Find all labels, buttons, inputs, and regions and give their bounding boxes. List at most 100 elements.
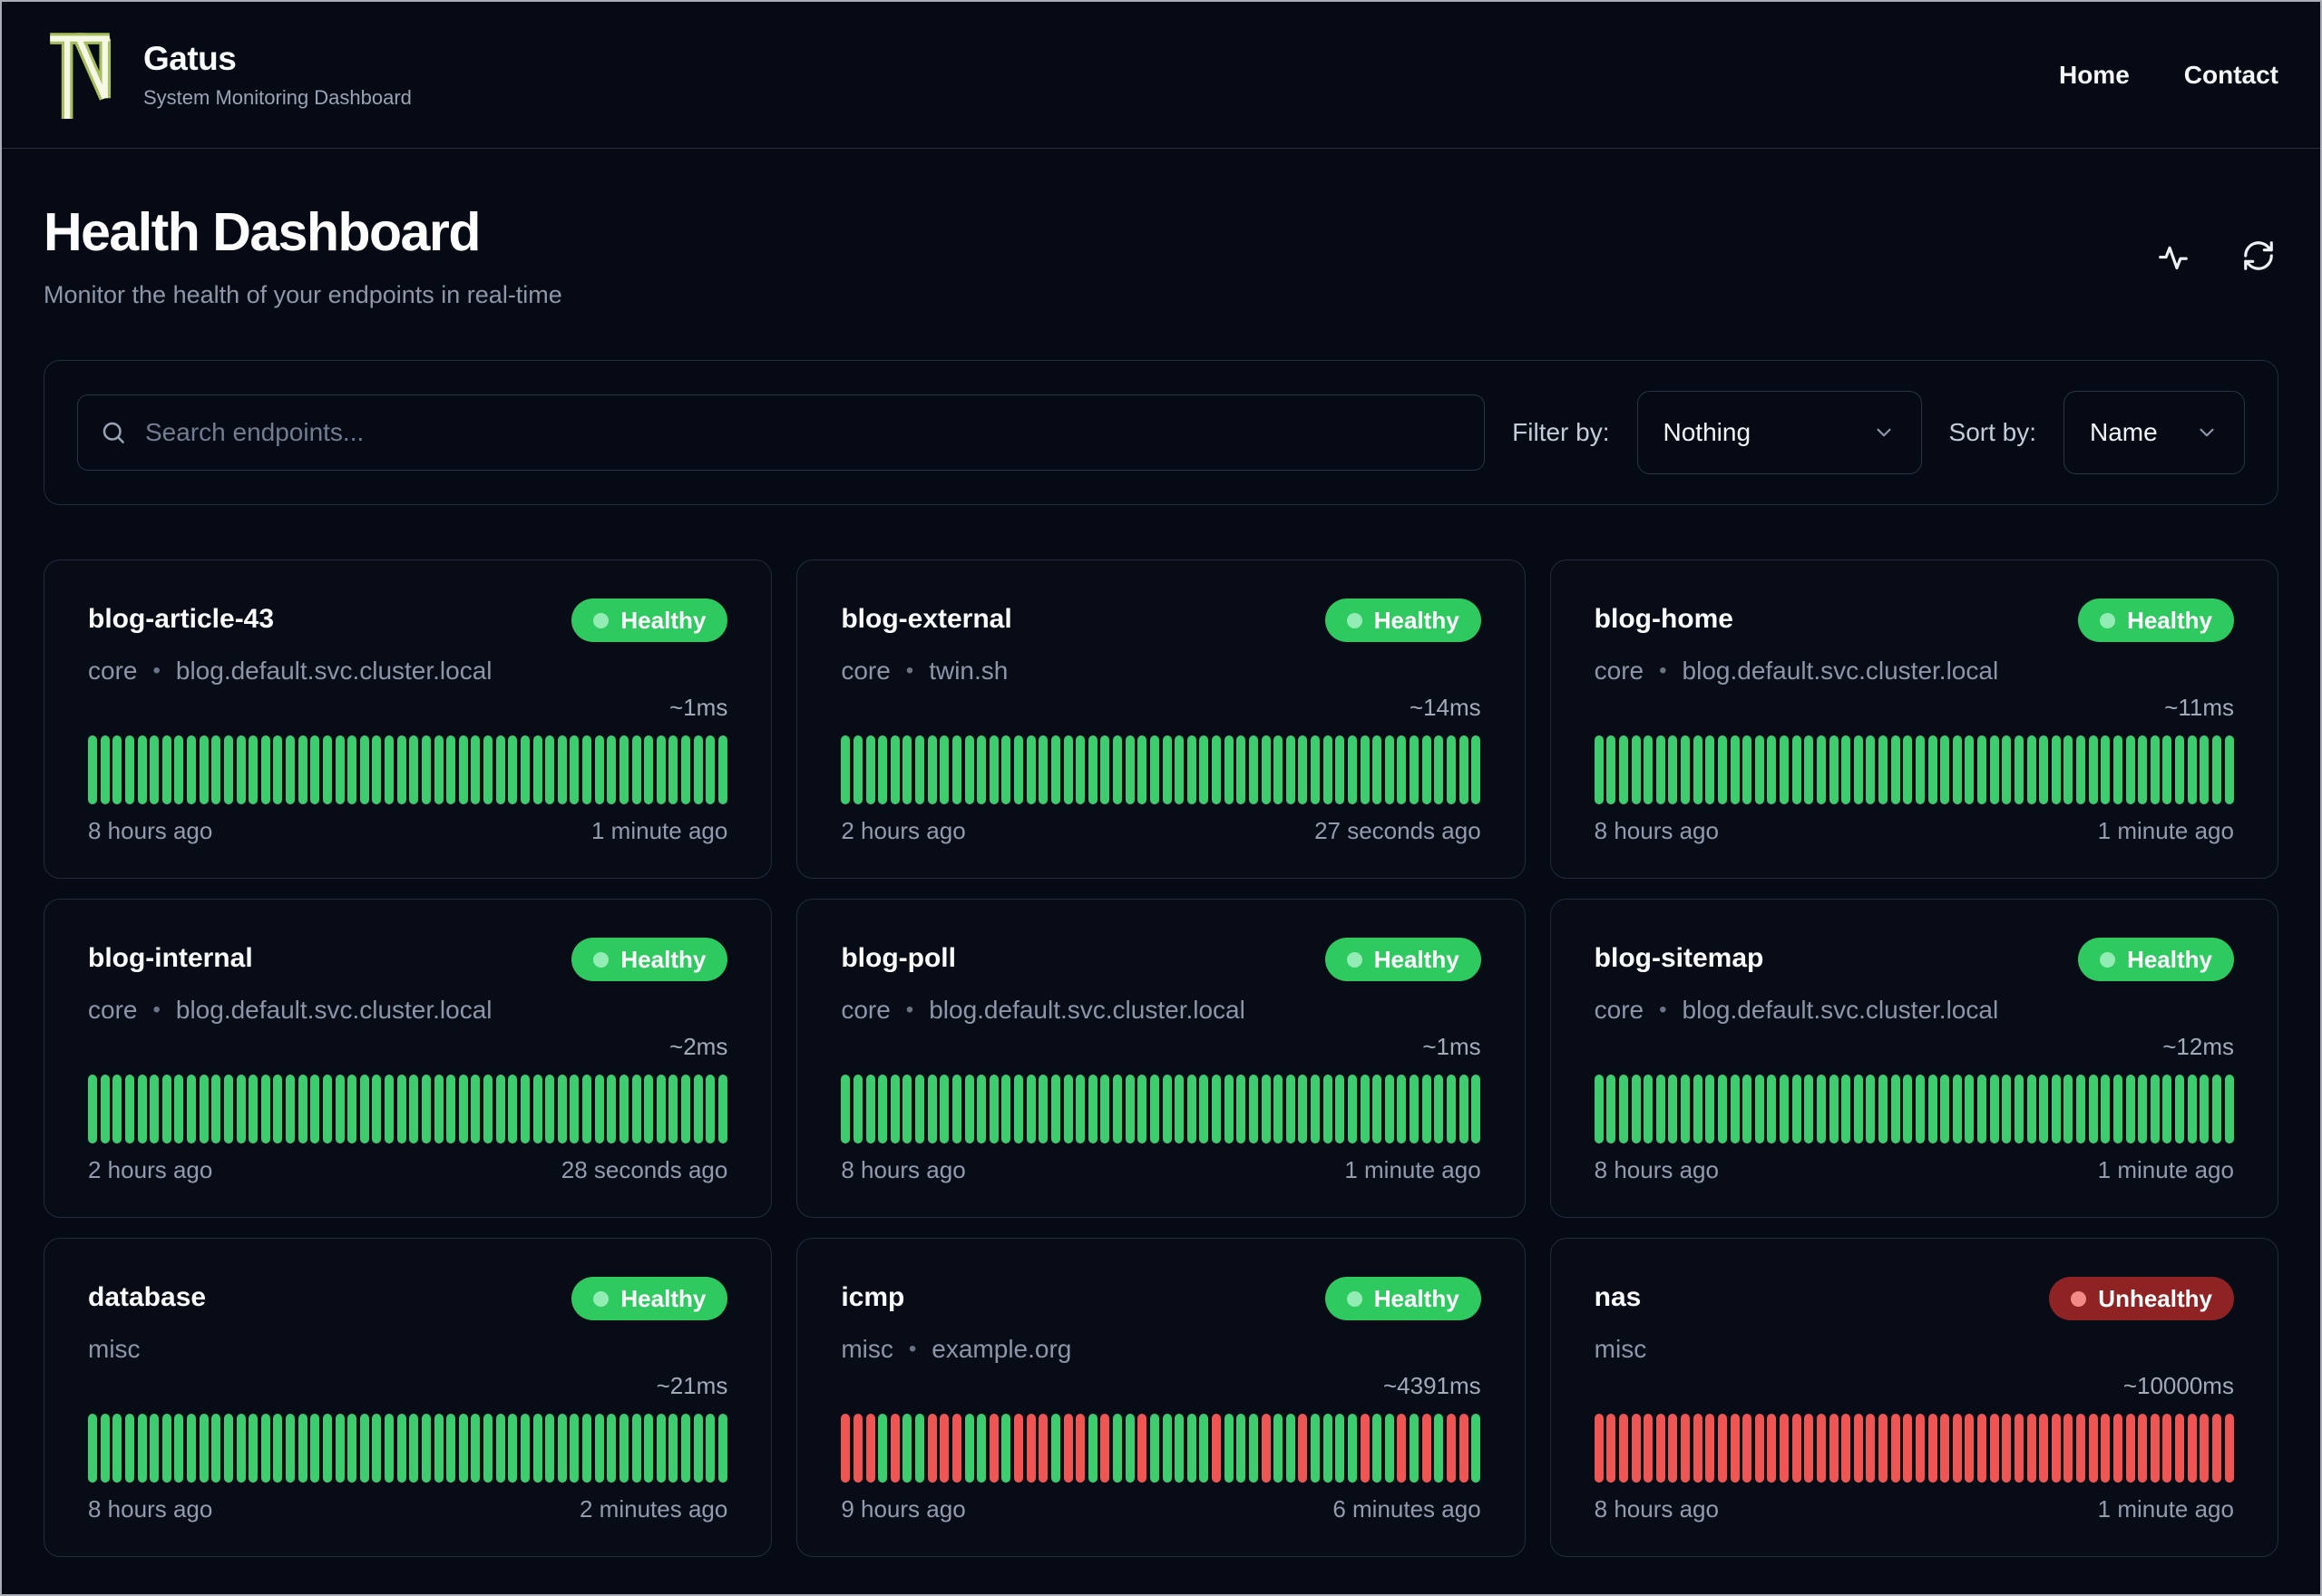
status-bar[interactable] [940,735,950,804]
status-bar[interactable] [1681,735,1691,804]
status-bar[interactable] [187,1414,196,1483]
status-bar[interactable] [396,1075,406,1143]
status-bar[interactable] [1816,1414,1826,1483]
status-bar[interactable] [1742,1075,1752,1143]
status-bar[interactable] [1644,1075,1654,1143]
status-bar[interactable] [1730,735,1740,804]
status-bar[interactable] [1410,735,1420,804]
status-bar[interactable] [1717,735,1727,804]
status-bar[interactable] [1952,1075,1962,1143]
status-bar[interactable] [1347,1414,1357,1483]
status-bar[interactable] [1742,735,1752,804]
status-bar[interactable] [137,1075,147,1143]
status-bar[interactable] [396,1414,406,1483]
status-bar[interactable] [286,735,295,804]
status-bar[interactable] [1965,1414,1975,1483]
status-bar[interactable] [310,1075,320,1143]
status-bar[interactable] [322,1414,332,1483]
status-bar[interactable] [1915,1075,1925,1143]
status-bar[interactable] [668,735,678,804]
status-bar[interactable] [273,1075,283,1143]
status-bar[interactable] [199,1075,209,1143]
status-bar[interactable] [471,1075,481,1143]
status-bar[interactable] [1113,1075,1123,1143]
status-bar[interactable] [1890,1414,1900,1483]
status-bar[interactable] [1940,1414,1950,1483]
status-bar[interactable] [150,1075,160,1143]
status-bar[interactable] [1767,1075,1777,1143]
status-bar[interactable] [2211,1414,2221,1483]
status-bar[interactable] [619,735,629,804]
status-bar[interactable] [2014,1075,2024,1143]
status-bar[interactable] [434,1414,444,1483]
status-bar[interactable] [1360,1075,1370,1143]
status-bar[interactable] [2125,1414,2135,1483]
status-bar[interactable] [100,1075,110,1143]
status-bar[interactable] [717,735,727,804]
status-bar[interactable] [1335,1414,1345,1483]
status-bar[interactable] [706,735,716,804]
status-bar[interactable] [88,1075,97,1143]
status-bar[interactable] [1977,735,1987,804]
status-bar[interactable] [1903,1075,1913,1143]
status-bar[interactable] [1298,735,1308,804]
status-bar[interactable] [124,1414,134,1483]
status-bar[interactable] [951,1075,961,1143]
status-bar[interactable] [1989,1075,1999,1143]
status-bar[interactable] [150,1414,160,1483]
status-bar[interactable] [1125,1414,1135,1483]
status-bar[interactable] [964,735,974,804]
status-bar[interactable] [681,735,690,804]
status-bar[interactable] [260,1075,270,1143]
status-bar[interactable] [1754,1414,1764,1483]
status-bar[interactable] [223,1075,233,1143]
status-bar[interactable] [989,1075,999,1143]
status-bar[interactable] [1940,1075,1950,1143]
status-bar[interactable] [1088,1075,1098,1143]
status-bar[interactable] [1360,1414,1370,1483]
status-bar[interactable] [2101,1414,2111,1483]
status-bar[interactable] [1927,1414,1937,1483]
status-bar[interactable] [1285,735,1295,804]
status-bar[interactable] [2039,1414,2049,1483]
status-bar[interactable] [557,735,567,804]
status-bar[interactable] [2002,1414,2012,1483]
status-bar[interactable] [249,735,259,804]
status-bar[interactable] [236,1414,246,1483]
status-bar[interactable] [1705,1414,1715,1483]
status-bar[interactable] [570,1414,580,1483]
status-bar[interactable] [359,735,369,804]
status-bar[interactable] [150,735,160,804]
status-bar[interactable] [1261,735,1271,804]
status-bar[interactable] [1113,1414,1123,1483]
status-bar[interactable] [853,1414,863,1483]
status-bar[interactable] [656,1414,666,1483]
status-bar[interactable] [977,1414,987,1483]
status-bar[interactable] [693,1414,703,1483]
status-bar[interactable] [1014,1075,1024,1143]
nav-link-home[interactable]: Home [2059,61,2130,90]
status-bar[interactable] [335,1075,345,1143]
status-bar[interactable] [570,735,580,804]
status-bar[interactable] [260,1414,270,1483]
status-bar[interactable] [1866,735,1876,804]
status-bar[interactable] [1952,735,1962,804]
status-bar[interactable] [2014,1414,2024,1483]
endpoint-card[interactable]: icmp Healthy misc • example.org ~4391ms … [796,1238,1526,1557]
status-bar[interactable] [1410,1075,1420,1143]
status-bar[interactable] [2051,1075,2061,1143]
status-bar[interactable] [1100,1075,1110,1143]
status-bar[interactable] [1039,1414,1049,1483]
status-bar[interactable] [1655,1414,1665,1483]
status-bar[interactable] [582,1075,591,1143]
status-bar[interactable] [273,1414,283,1483]
status-bar[interactable] [915,1075,925,1143]
status-bar[interactable] [1866,1414,1876,1483]
status-bar[interactable] [310,735,320,804]
status-bar[interactable] [1471,735,1481,804]
status-bar[interactable] [2125,1075,2135,1143]
status-bar[interactable] [1248,1075,1258,1143]
status-bar[interactable] [1273,1414,1283,1483]
status-bar[interactable] [2088,1075,2098,1143]
status-bar[interactable] [458,735,468,804]
